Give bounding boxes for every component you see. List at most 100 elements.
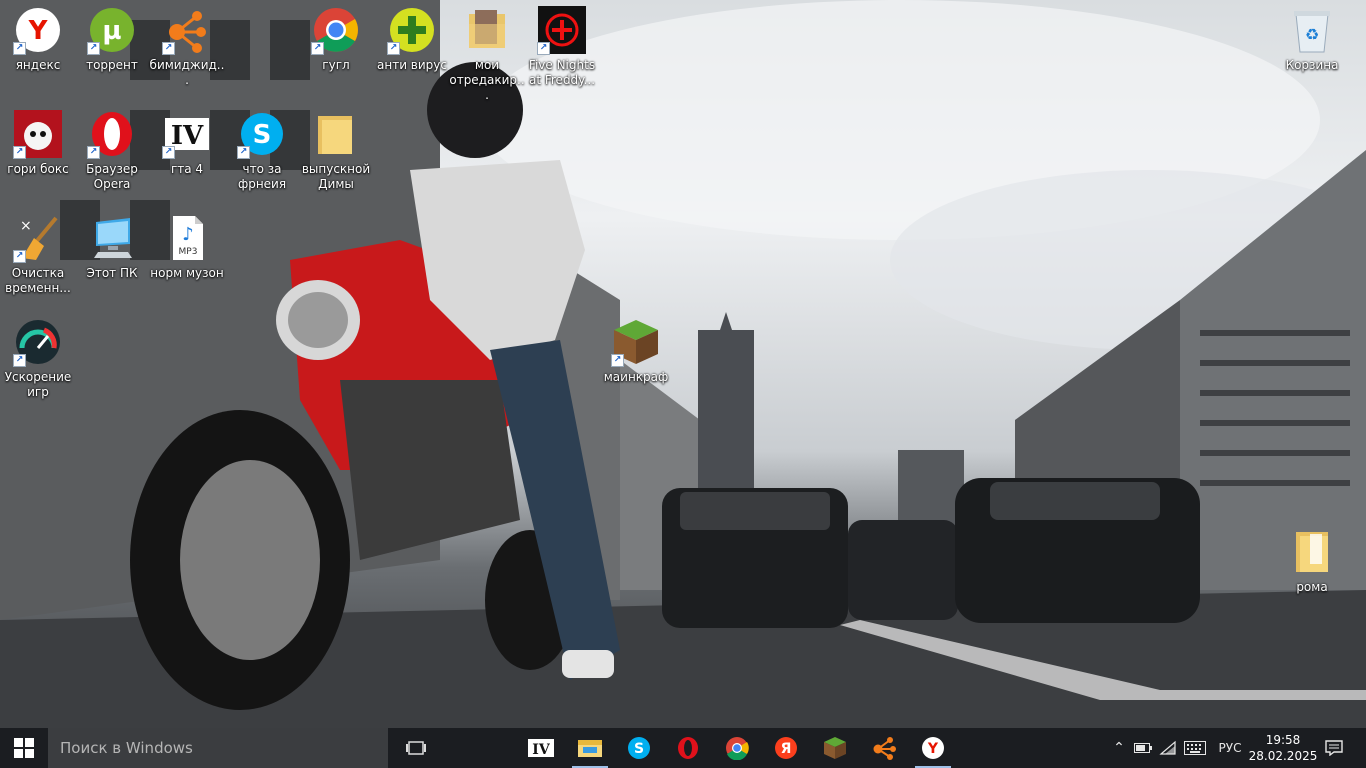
desktop-icon-label: гугл	[322, 58, 350, 72]
computer-icon	[88, 214, 136, 262]
utorrent-icon: µ ↗	[87, 6, 136, 55]
svg-text:♪: ♪	[182, 224, 194, 245]
desktop-icon-label: бимиджид...	[149, 58, 225, 87]
taskbar-app-explorer[interactable]	[566, 728, 614, 768]
skype-icon: S ↗	[237, 110, 286, 159]
desktop-icon-google[interactable]: ↗ гугл	[298, 6, 374, 73]
desktop-icon-label: Этот ПК	[86, 266, 138, 280]
fnaf-icon: ↗	[537, 6, 586, 55]
taskbar: Поиск в Windows IV S Я Y ⌃ РУС 19:58 28.…	[0, 728, 1366, 768]
svg-text:µ: µ	[102, 16, 121, 46]
desktop-icon-label: маинкраф	[603, 370, 669, 384]
clock-date: 28.02.2025	[1248, 749, 1318, 763]
clock[interactable]: 19:58 28.02.2025	[1248, 728, 1318, 768]
desktop-icon-yandex[interactable]: Y ↗ яндекс	[0, 6, 76, 73]
svg-text:Я: Я	[781, 741, 792, 757]
desktop-icon-label: яндекс	[15, 58, 61, 72]
folder-icon	[1288, 528, 1336, 576]
desktop-icon-antivirus[interactable]: ↗ анти вирус	[374, 6, 450, 73]
desktop-icon-label: гори бокс	[7, 162, 69, 176]
windows-logo-icon	[14, 738, 34, 758]
folder-icon	[312, 110, 360, 158]
skype-icon: S	[628, 737, 650, 759]
start-button[interactable]	[0, 728, 48, 768]
desktop-icon-label: норм музон	[150, 266, 224, 280]
yandex-icon: Я	[775, 737, 797, 759]
touch-keyboard-button[interactable]	[1181, 728, 1209, 768]
desktop-icon-my-edited[interactable]: мои отредакир...	[449, 6, 525, 103]
chevron-up-icon: ⌃	[1113, 740, 1125, 756]
svg-text:Y: Y	[28, 16, 49, 46]
desktop-icon-gori-boks[interactable]: ↗ гори бокс	[0, 110, 76, 177]
input-language-button[interactable]: РУС	[1212, 728, 1248, 768]
yandex-browser-icon: Y ↗	[13, 6, 62, 55]
taskbar-app-yandex[interactable]: Я	[762, 728, 810, 768]
taskbar-app-minecraft[interactable]	[811, 728, 859, 768]
desktop-icon-this-pc[interactable]: Этот ПК	[74, 214, 150, 281]
notification-icon	[1325, 740, 1343, 756]
network-button[interactable]	[1156, 728, 1180, 768]
svg-text:IV: IV	[532, 742, 551, 758]
gta4-icon: IV	[528, 739, 554, 758]
desktop-icon-label: рома	[1296, 580, 1328, 594]
desktop-icon-label: гта 4	[170, 162, 204, 176]
share-network-icon	[873, 737, 896, 760]
desktop-icon-game-booster[interactable]: ↗ Ускорение игр	[0, 318, 76, 400]
desktop-icon-label: торрент	[86, 58, 138, 72]
taskbar-app-chrome[interactable]	[713, 728, 761, 768]
svg-text:♻: ♻	[1305, 25, 1319, 44]
language-indicator: РУС	[1218, 741, 1242, 755]
desktop-icon-fnaf[interactable]: ↗ Five Nights at Freddy...	[524, 6, 600, 88]
taskbar-app-gta4[interactable]: IV	[517, 728, 565, 768]
desktop-icon-recycle-bin[interactable]: ♻ Корзина	[1274, 6, 1350, 73]
share-network-icon: ↗	[162, 6, 211, 55]
desktop-icon-cleaner[interactable]: × ↗ Очистка временн...	[0, 214, 76, 296]
taskbar-app-yandex-browser[interactable]: Y	[909, 728, 957, 768]
show-hidden-icons-button[interactable]: ⌃	[1108, 728, 1130, 768]
desktop-icon-label: Ускорение игр	[4, 370, 72, 399]
svg-text:MP3: MP3	[179, 247, 198, 257]
wifi-icon	[1159, 740, 1176, 755]
desktop-icon-label: мои отредакир...	[449, 58, 525, 102]
svg-text:S: S	[253, 120, 272, 150]
taskbar-app-share[interactable]	[860, 728, 908, 768]
taskbar-app-skype[interactable]: S	[615, 728, 663, 768]
desktop-icon-label: что за фрнеия	[237, 162, 287, 191]
svg-text:Y: Y	[927, 741, 939, 757]
search-box[interactable]: Поиск в Windows	[48, 728, 388, 768]
game-icon: ↗	[13, 110, 62, 159]
desktop-icon-skype[interactable]: S ↗ что за фрнеия	[224, 110, 300, 192]
recycle-bin-icon: ♻	[1288, 6, 1336, 54]
minecraft-icon: ↗	[611, 318, 660, 367]
desktop-icon-label: Корзина	[1285, 58, 1339, 72]
file-explorer-icon	[578, 740, 602, 757]
desktop-icon-music[interactable]: ♪ MP3 норм музон	[149, 214, 225, 281]
desktop-icon-torrent[interactable]: µ ↗ торрент	[74, 6, 150, 73]
desktop-icon-label: анти вирус	[377, 58, 447, 72]
desktop-icon-roma-folder[interactable]: рома	[1274, 528, 1350, 595]
broom-cleaner-icon: × ↗	[13, 214, 62, 263]
mp3-file-icon: ♪ MP3	[163, 214, 211, 262]
battery-button[interactable]	[1131, 728, 1155, 768]
desktop-icon-label: выпускной Димы	[301, 162, 371, 191]
taskbar-app-opera[interactable]	[664, 728, 712, 768]
minecraft-icon	[824, 737, 846, 759]
desktop-icon-minecraft[interactable]: ↗ маинкраф	[598, 318, 674, 385]
desktop-icon-opera[interactable]: ↗ Браузер Opera	[74, 110, 150, 192]
chrome-icon	[726, 737, 749, 760]
keyboard-icon	[1184, 741, 1206, 755]
desktop-icon-gta4[interactable]: IV ↗ гта 4	[149, 110, 225, 177]
action-center-button[interactable]	[1318, 728, 1350, 768]
clock-time: 19:58	[1265, 733, 1301, 747]
gta4-icon: IV ↗	[162, 110, 211, 159]
yandex-browser-icon: Y	[922, 737, 944, 759]
desktop-icon-label: Браузер Opera	[86, 162, 138, 191]
chrome-icon: ↗	[311, 6, 360, 55]
task-view-button[interactable]	[400, 728, 432, 768]
opera-icon	[678, 737, 698, 759]
folder-document-icon	[463, 6, 511, 54]
desktop-icon-bimigid[interactable]: ↗ бимиджид...	[149, 6, 225, 88]
svg-text:×: ×	[20, 218, 32, 234]
task-view-icon	[406, 741, 426, 755]
desktop-icon-graduation-folder[interactable]: выпускной Димы	[298, 110, 374, 192]
